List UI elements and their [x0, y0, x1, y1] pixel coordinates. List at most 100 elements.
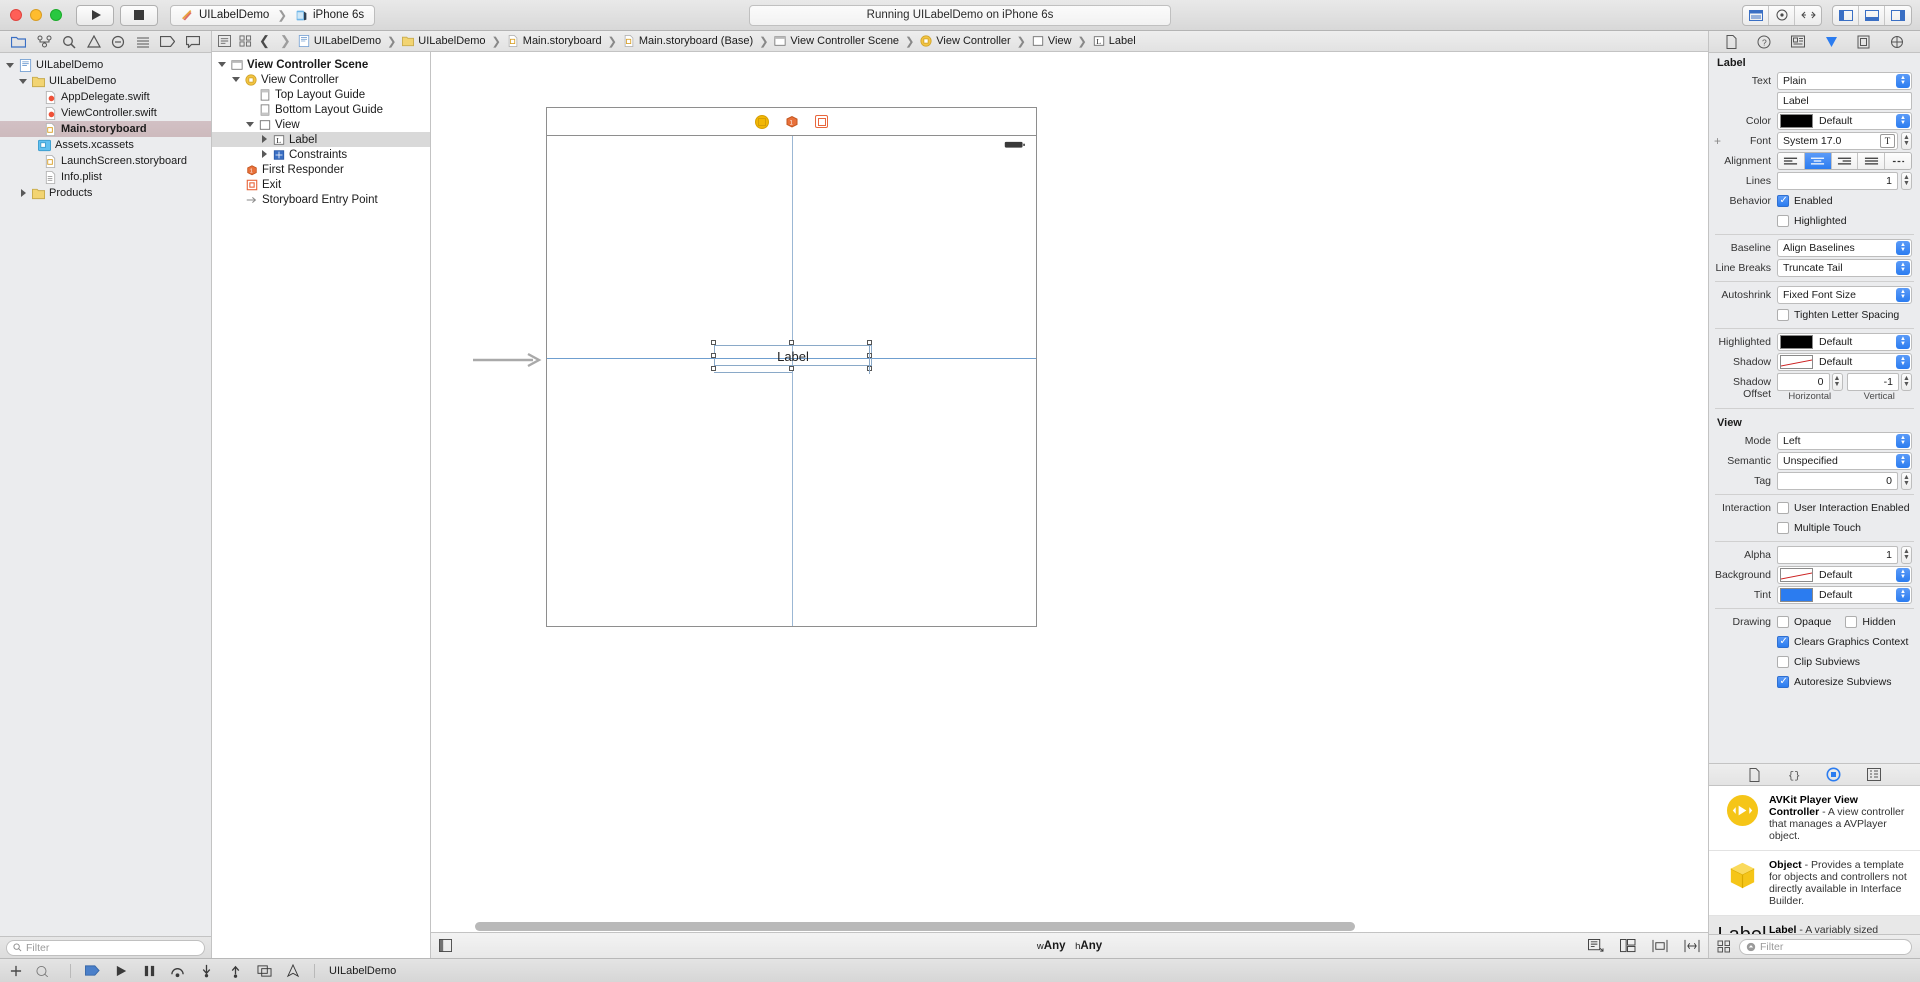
resize-handle-tr[interactable] [867, 340, 872, 345]
disclosure-icon[interactable] [218, 60, 227, 69]
background-color-swatch[interactable] [1780, 568, 1813, 582]
nav-row-0[interactable]: UILabelDemo [0, 57, 211, 73]
library-tab-bar[interactable]: {} [1709, 763, 1920, 786]
highlighted-color-swatch[interactable] [1780, 335, 1813, 349]
console-filter-icon[interactable] [36, 965, 56, 977]
alignment-segment[interactable] [1777, 152, 1912, 170]
font-popup[interactable]: System 17.0 T [1777, 132, 1898, 150]
tag-stepper[interactable]: ▲ ▼ [1901, 472, 1912, 490]
nav-row-5[interactable]: Assets.xcassets [0, 137, 211, 153]
breadcrumb-item-5[interactable]: View Controller [920, 35, 1011, 47]
align-left-button[interactable] [1778, 153, 1805, 169]
checkbox-icon[interactable] [1777, 522, 1789, 534]
outline-row-view[interactable]: View [212, 117, 430, 132]
size-inspector-icon[interactable] [1857, 35, 1870, 49]
label-text-input[interactable]: Label [1777, 92, 1912, 110]
toggle-inspector-button[interactable] [1885, 6, 1911, 25]
shadow-offset-vertical-stepper[interactable]: ▲ ▼ [1901, 373, 1912, 391]
debug-icon[interactable] [136, 36, 150, 48]
quick-help-icon[interactable]: ? [1757, 35, 1771, 49]
hidden-checkbox[interactable]: Hidden [1845, 616, 1896, 628]
media-library-icon[interactable] [1867, 768, 1882, 781]
outline-row-bottom-layout-guide[interactable]: Bottom Layout Guide [212, 102, 430, 117]
pause-icon[interactable] [143, 964, 156, 978]
editor-mode-segment[interactable] [1742, 4, 1822, 26]
view-as-device-icon[interactable] [439, 939, 452, 952]
disclosure-icon[interactable] [260, 150, 269, 159]
nav-row-1[interactable]: UILabelDemo [0, 73, 211, 89]
checkbox-icon[interactable] [1777, 502, 1789, 514]
checkbox-icon[interactable] [1777, 616, 1789, 628]
lines-input[interactable]: 1 [1777, 172, 1898, 190]
autoshrink-popup[interactable]: Fixed Font Size ▲ ▼ [1777, 286, 1912, 304]
text-type-popup[interactable]: Plain ▲ ▼ [1777, 72, 1912, 90]
alpha-stepper[interactable]: ▲ ▼ [1901, 546, 1912, 564]
constraint-indicator-bottom[interactable] [714, 372, 792, 373]
disclosure-icon[interactable] [246, 120, 255, 129]
resize-handle-bl[interactable] [711, 366, 716, 371]
trait-variation-label[interactable]: wAny hAny [1037, 940, 1102, 952]
step-into-icon[interactable] [199, 964, 214, 978]
library-item-avkit-player-view-controller[interactable]: AVKit Player View Controller - A view co… [1709, 786, 1920, 851]
report-icon[interactable] [185, 35, 200, 48]
standard-editor-button[interactable] [1743, 5, 1769, 25]
add-button-icon[interactable] [10, 965, 22, 977]
assistant-editor-button[interactable] [1769, 5, 1795, 25]
disclosure-icon[interactable] [260, 135, 269, 144]
warning-icon[interactable] [86, 35, 101, 48]
panel-toggle-segment[interactable] [1832, 4, 1912, 26]
embed-in-icon[interactable] [1620, 938, 1636, 953]
nav-row-7[interactable]: Info.plist [0, 169, 211, 185]
nav-row-main-storyboard[interactable]: Main.storyboard [0, 121, 211, 137]
folder-icon[interactable] [11, 35, 27, 48]
tint-popup[interactable]: Default ▲ ▼ [1777, 586, 1912, 604]
resize-handle-tc[interactable] [789, 340, 794, 345]
outline-row-scene[interactable]: View Controller Scene [212, 57, 430, 72]
lines-stepper[interactable]: ▲ ▼ [1901, 172, 1912, 190]
nav-row-products[interactable]: Products [0, 185, 211, 201]
autoresize-subviews-checkbox[interactable]: Autoresize Subviews [1777, 676, 1891, 688]
disclosure-icon[interactable] [19, 77, 28, 86]
align-natural-button[interactable] [1885, 153, 1911, 169]
user-interaction-enabled-checkbox[interactable]: User Interaction Enabled [1777, 502, 1910, 514]
clip-subviews-checkbox[interactable]: Clip Subviews [1777, 656, 1860, 668]
outline-row-top-layout-guide[interactable]: Top Layout Guide [212, 87, 430, 102]
font-picker-icon[interactable]: T [1880, 134, 1895, 148]
color-swatch[interactable] [1780, 114, 1813, 128]
file-inspector-icon[interactable] [1725, 34, 1738, 49]
resize-handle-bc[interactable] [789, 366, 794, 371]
shadow-color-popup[interactable]: Default ▲ ▼ [1777, 353, 1912, 371]
shadow-offset-horizontal-stepper[interactable]: ▲ ▼ [1831, 373, 1843, 391]
version-editor-button[interactable] [1795, 6, 1821, 25]
related-items-icon[interactable] [218, 35, 231, 47]
object-library-icon[interactable] [1826, 767, 1841, 782]
breadcrumb-item-1[interactable]: UILabelDemo [402, 35, 486, 47]
shadow-color-swatch[interactable] [1780, 355, 1813, 369]
navigator-filter-input[interactable]: Filter [6, 939, 205, 956]
alpha-input[interactable]: 1 [1777, 546, 1898, 564]
outline-row-exit[interactable]: Exit [212, 177, 430, 192]
breadcrumb-item-2[interactable]: Main.storyboard [507, 35, 602, 47]
search-icon[interactable] [62, 35, 76, 49]
shadow-offset-vertical-input[interactable]: -1 [1846, 373, 1899, 391]
view-hierarchy-icon[interactable] [257, 964, 272, 978]
code-snippet-library-icon[interactable]: {} [1787, 768, 1801, 782]
opaque-checkbox[interactable]: Opaque [1777, 616, 1831, 628]
line-breaks-popup[interactable]: Truncate Tail ▲ ▼ [1777, 259, 1912, 277]
canvas-horizontal-scrollbar[interactable] [445, 922, 1694, 931]
tighten-letter-spacing-checkbox[interactable]: Tighten Letter Spacing [1777, 309, 1899, 321]
grid-view-icon[interactable] [239, 35, 252, 47]
checkbox-icon[interactable] [1777, 636, 1789, 648]
breadcrumb-item-0[interactable]: UILabelDemo [298, 35, 381, 47]
tag-input[interactable]: 0 [1777, 472, 1898, 490]
outline-row-label[interactable]: L Label [212, 132, 430, 147]
toggle-debug-area-button[interactable] [1859, 5, 1885, 25]
library-layout-toggle-icon[interactable] [1717, 940, 1731, 953]
nav-row-2[interactable]: AppDelegate.swift [0, 89, 211, 105]
exit-dock-icon[interactable] [815, 115, 828, 128]
object-library-list[interactable]: AVKit Player View Controller - A view co… [1709, 786, 1920, 934]
file-template-library-icon[interactable] [1748, 767, 1761, 782]
align-center-button[interactable] [1804, 153, 1832, 169]
run-button[interactable] [76, 4, 114, 26]
breadcrumb-item-4[interactable]: View Controller Scene [774, 35, 899, 47]
